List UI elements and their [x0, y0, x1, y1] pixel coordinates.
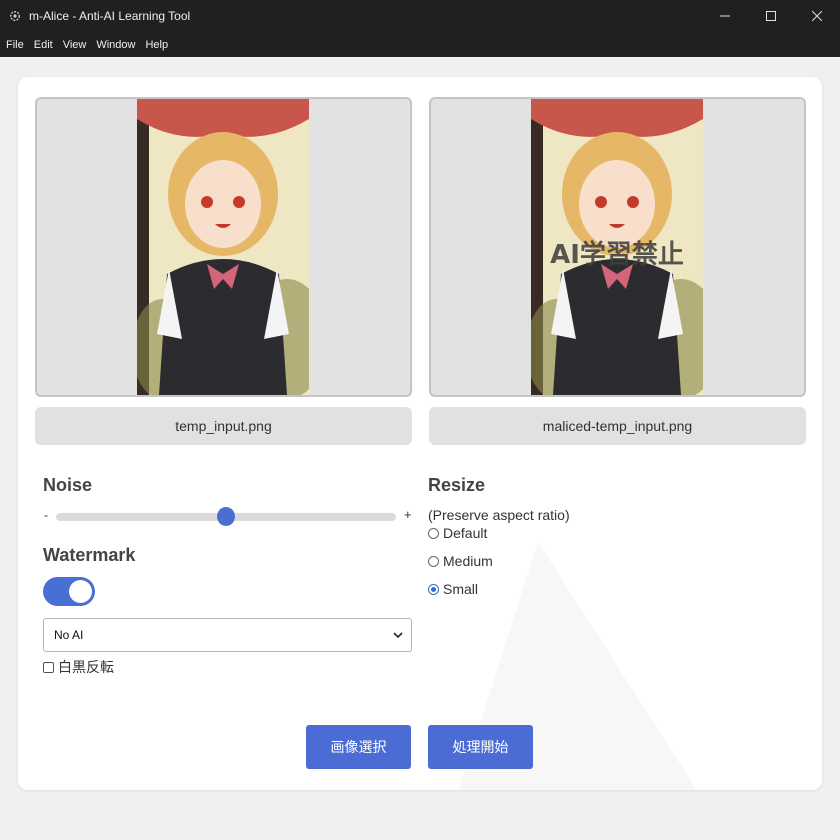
invert-checkbox-row[interactable]: 白黒反転: [43, 657, 114, 677]
invert-checkbox-label: 白黒反転: [58, 659, 114, 675]
output-image-illustration: AI学習禁止: [531, 99, 703, 395]
noise-min-label: -: [44, 508, 48, 522]
start-processing-button[interactable]: 処理開始: [428, 725, 533, 769]
resize-note: (Preserve aspect ratio): [428, 507, 570, 523]
window-controls: [702, 0, 840, 32]
minimize-icon: [720, 15, 730, 17]
menu-file[interactable]: File: [6, 39, 24, 51]
watermark-overlay-text: AI学習禁止: [550, 239, 684, 270]
menu-edit[interactable]: Edit: [34, 39, 53, 51]
output-file-name: maliced-temp_input.png: [429, 407, 806, 445]
noise-slider[interactable]: - +: [44, 506, 414, 528]
main-card: AI学習禁止 temp_input.png maliced-temp_input…: [18, 77, 822, 790]
resize-radio-default[interactable]: [428, 527, 439, 539]
window-title: m-Alice - Anti-AI Learning Tool: [29, 9, 191, 23]
watermark-select-value: No AI: [54, 628, 84, 642]
menu-bar: File Edit View Window Help: [0, 32, 840, 57]
invert-checkbox[interactable]: [43, 661, 54, 673]
resize-option-default[interactable]: Default: [428, 525, 487, 541]
menu-help[interactable]: Help: [145, 39, 168, 51]
input-image-illustration: [137, 99, 309, 395]
minimize-button[interactable]: [702, 0, 748, 32]
output-image-preview[interactable]: AI学習禁止: [429, 97, 806, 397]
resize-radio-medium[interactable]: [428, 555, 439, 567]
client-area: AI学習禁止 temp_input.png maliced-temp_input…: [0, 57, 840, 840]
input-file-name: temp_input.png: [35, 407, 412, 445]
select-image-button[interactable]: 画像選択: [306, 725, 411, 769]
input-image-preview[interactable]: [35, 97, 412, 397]
close-icon: [812, 11, 822, 21]
watermark-select[interactable]: No AI: [43, 618, 412, 652]
menu-window[interactable]: Window: [96, 39, 135, 51]
watermark-toggle-knob: [69, 580, 92, 603]
watermark-title: Watermark: [43, 545, 136, 565]
noise-slider-thumb[interactable]: [217, 507, 235, 526]
close-button[interactable]: [794, 0, 840, 32]
watermark-toggle[interactable]: [43, 577, 95, 606]
title-bar[interactable]: m-Alice - Anti-AI Learning Tool: [0, 0, 840, 32]
resize-title: Resize: [428, 475, 486, 495]
resize-option-medium[interactable]: Medium: [428, 553, 493, 569]
noise-max-label: +: [404, 507, 412, 522]
maximize-button[interactable]: [748, 0, 794, 32]
menu-view[interactable]: View: [63, 39, 87, 51]
maximize-icon: [766, 11, 776, 21]
resize-radio-small[interactable]: [428, 583, 439, 595]
noise-title: Noise: [43, 475, 93, 495]
app-gear-icon: [8, 9, 22, 23]
resize-option-label: Small: [443, 581, 479, 597]
chevron-down-icon: [393, 631, 403, 638]
resize-option-label: Medium: [443, 553, 493, 569]
resize-option-small[interactable]: Small: [428, 581, 478, 597]
resize-option-label: Default: [443, 525, 488, 541]
